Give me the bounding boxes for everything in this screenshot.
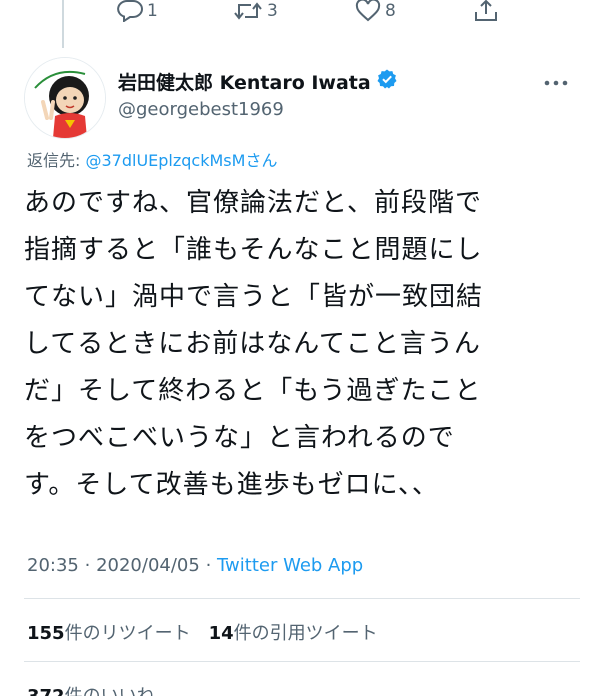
tweet-text-line: す。そして改善も進歩もゼロに、、 — [24, 470, 439, 500]
display-name-row[interactable]: 岩田健太郎 Kentaro Iwata — [118, 68, 397, 95]
divider — [24, 661, 580, 662]
like-total: 372 — [27, 686, 65, 696]
tweet-text: あのですね、官僚論法だと、前段階で 指摘すると「誰もそんなこと問題にし てない」… — [24, 180, 584, 509]
avatar[interactable] — [24, 57, 106, 139]
retweet-icon — [233, 0, 263, 22]
reply-to-label: 返信先: — [27, 151, 86, 170]
tweet-text-line: あのですね、官僚論法だと、前段階で — [24, 188, 482, 218]
tweet-time[interactable]: 20:35 — [27, 555, 79, 576]
quote-label: 件の引用ツイート — [233, 623, 378, 644]
quote-tweets-link[interactable]: 14件の引用ツイート — [209, 623, 378, 644]
like-icon — [355, 0, 381, 22]
retweet-label: 件のリツイート — [64, 623, 191, 644]
tweet-text-line: 指摘すると「誰もそんなこと問題にし — [24, 235, 483, 265]
reply-count: 1 — [147, 1, 158, 21]
engagement-stats: 155件のリツイート 14件の引用ツイート — [27, 619, 378, 645]
tweet-date[interactable]: 2020/04/05 — [96, 555, 200, 576]
quote-total: 14 — [208, 623, 234, 644]
tweet-text-line: てない」渦中で言うと「皆が一致団結 — [24, 282, 484, 312]
share-icon — [473, 0, 499, 22]
reply-to-line: 返信先: @37dlUEplzqckMsMさん — [27, 147, 277, 171]
retweets-link[interactable]: 155件のリツイート — [27, 623, 191, 644]
tweet-text-line: だ」そして終わると「もう過ぎたこと — [24, 376, 482, 406]
like-label: 件のいいね — [65, 686, 155, 696]
display-name[interactable]: 岩田健太郎 Kentaro Iwata — [118, 68, 371, 95]
tweet-detail-page: 1 3 8 岩田健太郎 Kentaro Iwata @georgebest196… — [0, 0, 600, 696]
retweet-count: 3 — [267, 1, 278, 21]
meta-separator: · — [84, 555, 91, 576]
more-icon[interactable] — [544, 72, 568, 91]
user-handle[interactable]: @georgebest1969 — [118, 99, 284, 120]
tweet-text-line: してるときにお前はなんてこと言うん — [24, 329, 481, 359]
share-button[interactable] — [473, 0, 499, 22]
thread-connector-line — [62, 0, 64, 48]
meta-separator: · — [205, 555, 212, 576]
retweet-total: 155 — [27, 623, 65, 644]
reply-button[interactable]: 1 — [117, 0, 158, 22]
like-count: 8 — [385, 1, 396, 21]
like-button[interactable]: 8 — [355, 0, 396, 22]
reply-icon — [117, 0, 143, 22]
divider — [24, 598, 580, 599]
likes-stats[interactable]: 372件のいいね — [27, 682, 155, 696]
tweet-source[interactable]: Twitter Web App — [217, 555, 363, 576]
retweet-button[interactable]: 3 — [233, 0, 278, 22]
verified-badge-icon — [377, 69, 397, 94]
previous-tweet-actions: 1 3 8 — [0, 0, 600, 48]
reply-to-mention[interactable]: @37dlUEplzqckMsM — [85, 151, 245, 170]
tweet-text-line: をつべこべいうな」と言われるので — [24, 423, 455, 453]
tweet-timestamp-line: 20:35 · 2020/04/05 · Twitter Web App — [27, 555, 363, 576]
reply-to-suffix: さん — [245, 151, 278, 170]
